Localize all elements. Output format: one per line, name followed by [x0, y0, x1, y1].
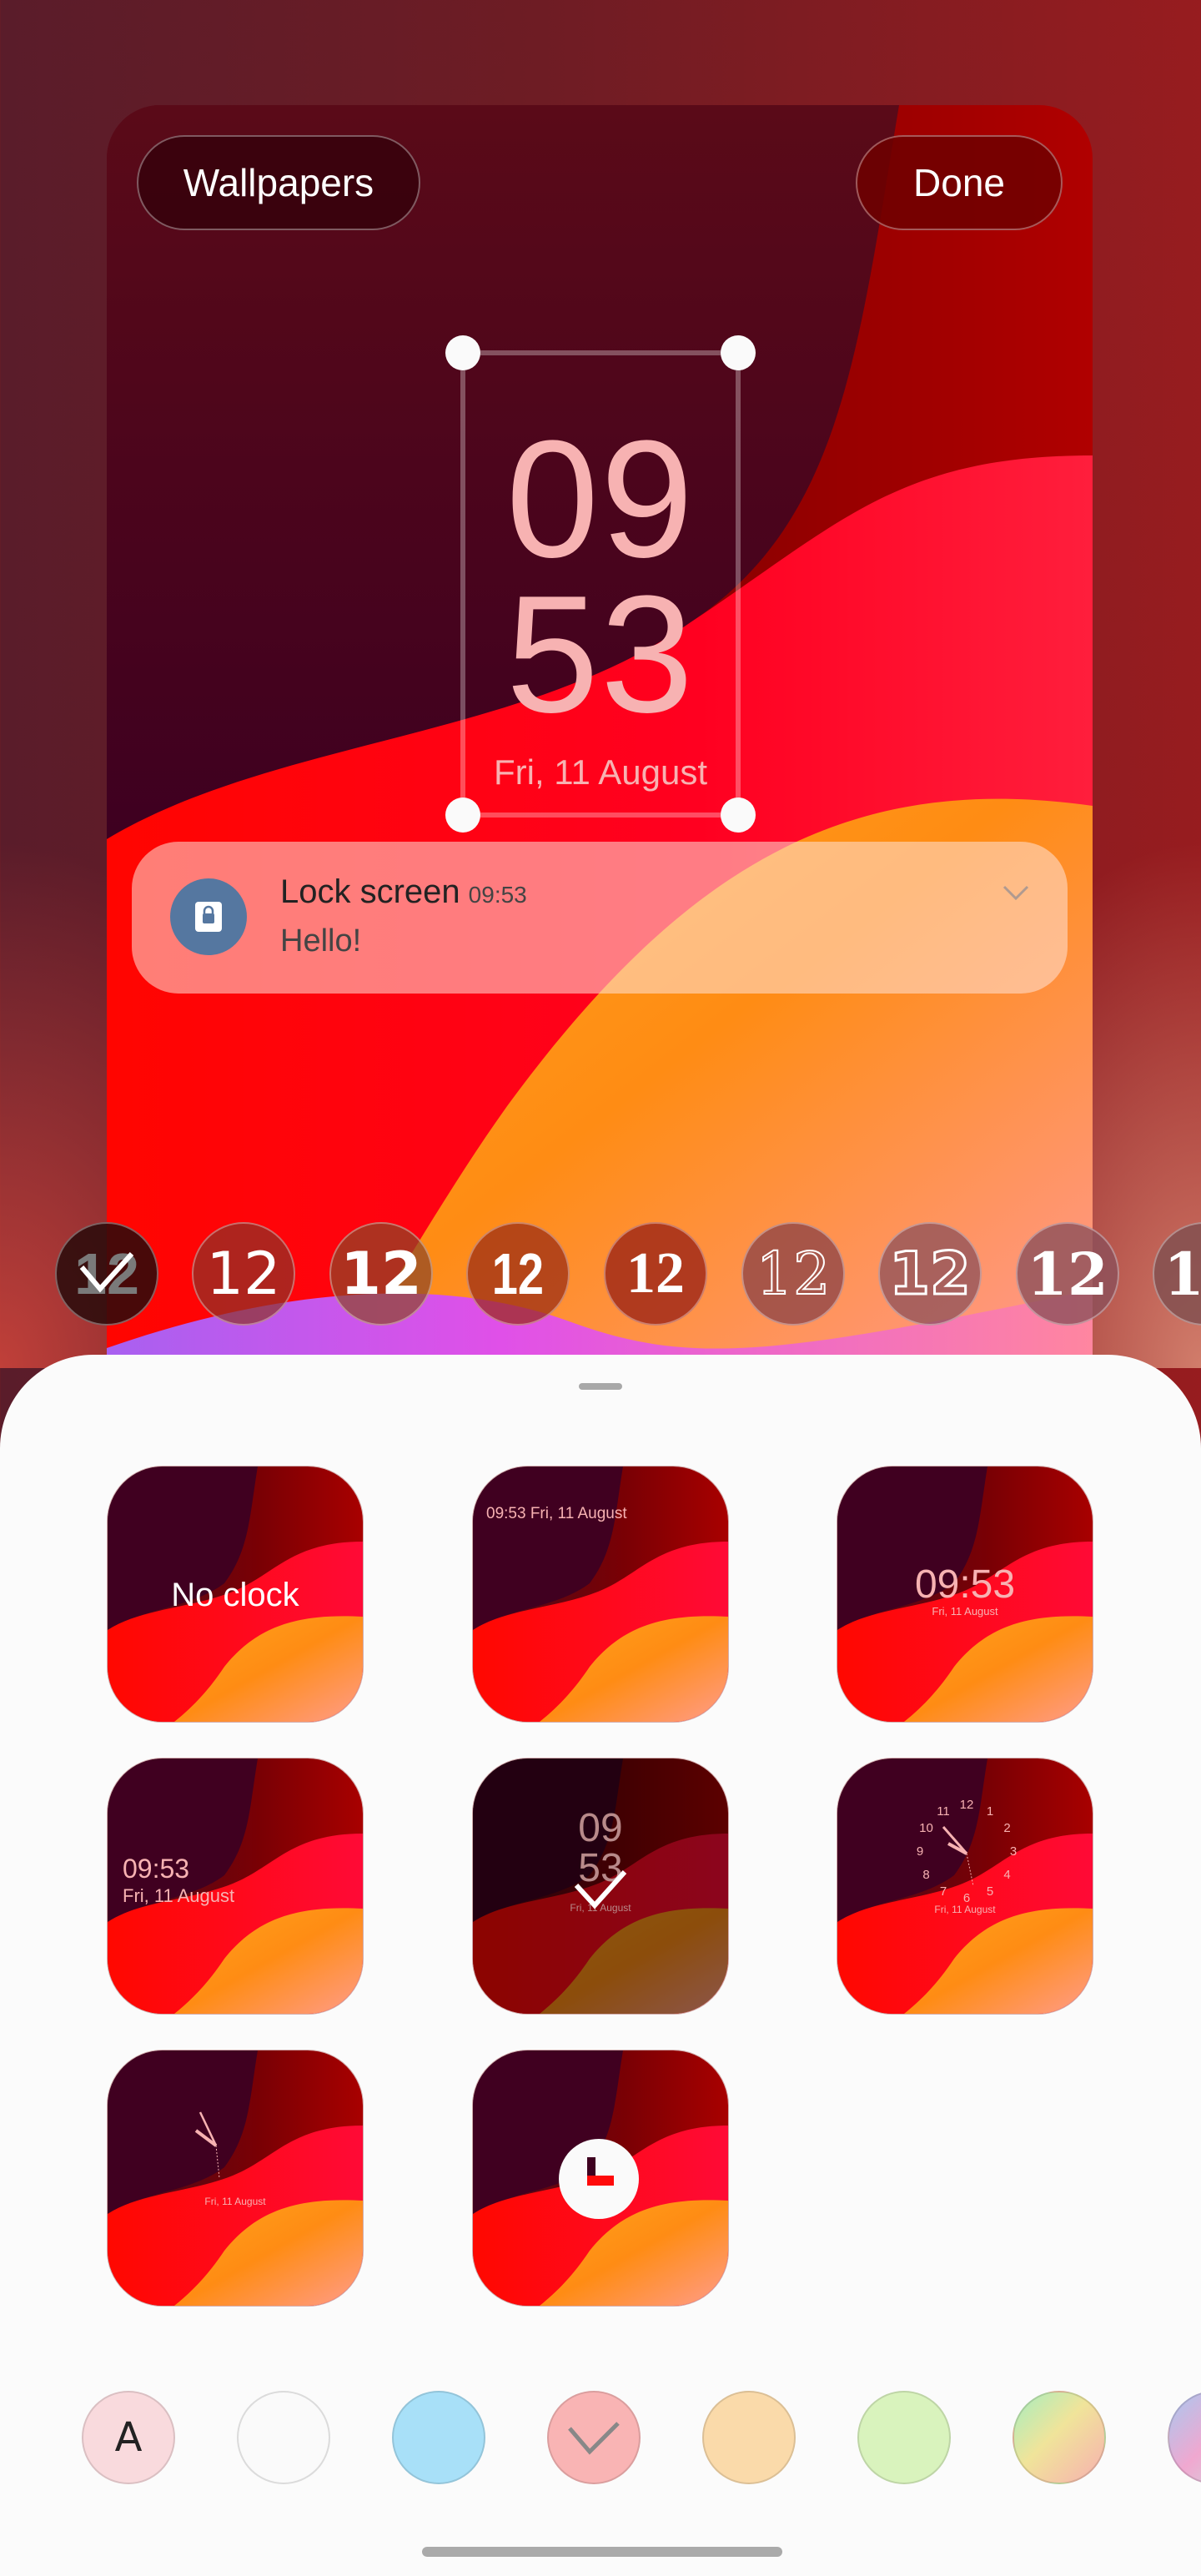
clock-time: 09 53: [465, 406, 736, 747]
font-option-sketch[interactable]: 12: [741, 1222, 845, 1326]
resize-handle-top-right[interactable]: [721, 335, 756, 370]
tile-time: 09:53: [914, 1562, 1016, 1607]
font-option-serif[interactable]: 12: [604, 1222, 707, 1326]
font-option-condensed[interactable]: 12: [466, 1222, 570, 1326]
font-sample: 12: [1163, 1239, 1201, 1309]
font-option-outline-lines[interactable]: 12: [878, 1222, 982, 1326]
clock-style-vertical-stacked[interactable]: 09 53 Fri, 11 August: [473, 1758, 728, 2014]
tile-time: 09:53: [123, 1854, 190, 1884]
color-green[interactable]: [857, 2391, 951, 2484]
clock-widget-frame[interactable]: 09 53 Fri, 11 August: [445, 335, 756, 833]
clock-style-centered-horizontal[interactable]: 09:53 Fri, 11 August: [837, 1467, 1093, 1722]
lock-screen-preview: Wallpapers Done 09 53 Fri, 11 August Loc…: [107, 105, 1093, 1406]
clock-icon: [559, 2139, 639, 2219]
clock-color-selector: A: [0, 2391, 1201, 2488]
font-option-bold-rounded[interactable]: 12: [329, 1222, 433, 1326]
tile-date: Fri, 11 August: [932, 1605, 998, 1618]
chevron-down-icon[interactable]: [999, 880, 1033, 905]
clock-style-analog-numbers[interactable]: 12 1 2 3 4 5 6 7 8 9 10 11 Fri, 11 August: [837, 1758, 1093, 2014]
notification-app-icon: [170, 878, 247, 955]
clock-date: Fri, 11 August: [493, 752, 708, 792]
notification-time: 09:53: [468, 882, 527, 908]
clock-hands-icon: [194, 2111, 220, 2179]
done-button[interactable]: Done: [856, 135, 1063, 230]
inline-clock-text: 09:53 Fri, 11 August: [486, 1505, 627, 1522]
tile-date: Fri, 11 August: [204, 2196, 266, 2207]
wallpapers-button-label: Wallpapers: [183, 161, 374, 204]
no-clock-label: No clock: [171, 1577, 299, 1613]
color-white[interactable]: [237, 2391, 330, 2484]
clock-font-selector: 12 12 12 12 12 12 12 12 12: [0, 1222, 1201, 1329]
clock-style-no-clock[interactable]: No clock: [108, 1467, 363, 1722]
font-sample: 12: [888, 1239, 972, 1310]
color-blue[interactable]: [392, 2391, 485, 2484]
auto-color-label: A: [114, 2414, 143, 2461]
font-option-slab[interactable]: 12: [1153, 1222, 1201, 1326]
clock-hands-icon: [942, 1826, 974, 1887]
color-gradient-pastel[interactable]: [1168, 2391, 1201, 2484]
font-sample: 12: [1027, 1239, 1108, 1309]
resize-handle-top-left[interactable]: [445, 335, 480, 370]
color-peach[interactable]: [702, 2391, 796, 2484]
font-sample: 12: [206, 1240, 281, 1308]
clock-style-analog-hands[interactable]: Fri, 11 August: [108, 2050, 363, 2306]
tile-date: Fri, 11 August: [123, 1885, 235, 1906]
lock-icon: [195, 902, 222, 932]
clock-style-icon-clock[interactable]: [473, 2050, 728, 2306]
font-option-rounded[interactable]: 12: [192, 1222, 295, 1326]
resize-handle-bottom-left[interactable]: [445, 797, 480, 833]
gesture-navigation-bar[interactable]: [422, 2547, 782, 2557]
tile-date: Fri, 11 August: [934, 1904, 996, 1915]
font-sample: 12: [755, 1239, 831, 1309]
color-auto[interactable]: A: [82, 2391, 175, 2484]
clock-style-inline-top[interactable]: 09:53 Fri, 11 August: [473, 1467, 728, 1722]
wallpapers-button[interactable]: Wallpapers: [137, 135, 420, 230]
font-sample: 12: [491, 1241, 545, 1306]
notification-title: Lock screen: [280, 873, 460, 910]
check-icon: [574, 1869, 627, 1909]
done-button-label: Done: [913, 161, 1005, 204]
check-icon: [568, 2422, 620, 2455]
notification-card[interactable]: Lock screen 09:53 Hello!: [132, 842, 1068, 994]
notification-title-row: Lock screen 09:53: [280, 873, 527, 911]
font-option-stencil[interactable]: 12: [1016, 1222, 1119, 1326]
clock-style-left-aligned[interactable]: 09:53 Fri, 11 August: [108, 1758, 363, 2014]
sheet-drag-handle[interactable]: [579, 1383, 622, 1390]
tile-hours: 09: [578, 1806, 623, 1850]
font-option-default[interactable]: 12: [55, 1222, 158, 1326]
font-sample: 12: [340, 1240, 422, 1308]
clock-hours: 09: [505, 406, 696, 592]
clock-minutes: 53: [505, 561, 696, 747]
color-pink[interactable]: [547, 2391, 641, 2484]
notification-body: Hello!: [280, 923, 362, 958]
color-gradient-rainbow[interactable]: [1013, 2391, 1106, 2484]
font-sample: 12: [626, 1241, 685, 1306]
resize-handle-bottom-right[interactable]: [721, 797, 756, 833]
check-icon: [79, 1251, 134, 1293]
